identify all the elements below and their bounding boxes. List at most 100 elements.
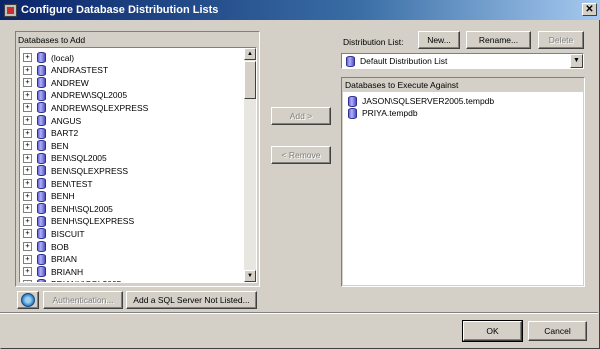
list-item-label: ANDREW\SQL2005 [51, 90, 128, 101]
scroll-down-button[interactable]: ▼ [244, 270, 256, 282]
add-button[interactable]: Add > [271, 107, 331, 125]
expand-icon[interactable]: + [23, 103, 32, 113]
refresh-button[interactable] [17, 291, 39, 309]
expand-icon[interactable]: + [23, 179, 32, 188]
list-item[interactable]: + BEN\TEST [23, 177, 93, 190]
list-item[interactable]: + ANDREW [23, 76, 89, 89]
list-item[interactable]: + BISCUIT [23, 227, 85, 240]
list-item[interactable]: + ANDREW\SQLEXPRESS [23, 101, 148, 114]
footer-separator [0, 312, 598, 314]
database-icon [37, 241, 46, 252]
list-item[interactable]: + BEN\SQL2005 [23, 152, 107, 165]
expand-icon[interactable]: + [23, 78, 32, 88]
databases-to-add-header: Databases to Add [18, 35, 86, 45]
title-bar: Configure Database Distribution Lists ✕ [0, 0, 600, 20]
list-item[interactable]: + BRIAN [23, 253, 77, 266]
list-item-label: BISCUIT [51, 228, 85, 239]
list-item[interactable]: + BRIANH\SQL2005 [23, 278, 121, 282]
database-icon [37, 152, 46, 164]
database-icon [37, 89, 46, 101]
expand-icon[interactable]: + [23, 128, 32, 138]
expand-icon[interactable]: + [23, 267, 32, 277]
list-item[interactable]: + BRIANH [23, 265, 83, 278]
database-icon [348, 95, 357, 107]
expand-icon[interactable]: + [23, 279, 32, 282]
database-icon [37, 64, 46, 76]
list-item-label: BART2 [51, 128, 79, 139]
expand-icon[interactable]: + [23, 153, 32, 163]
refresh-icon [21, 293, 35, 307]
expand-icon[interactable]: + [23, 229, 32, 239]
cancel-button[interactable]: Cancel [528, 321, 587, 341]
database-icon [37, 52, 46, 63]
database-icon [37, 266, 46, 278]
expand-icon[interactable]: + [23, 242, 32, 251]
list-item[interactable]: + (local) [23, 51, 74, 64]
expand-icon[interactable]: + [23, 166, 32, 176]
expand-icon[interactable]: + [23, 90, 32, 100]
list-item[interactable]: + BOB [23, 240, 69, 253]
expand-icon[interactable]: + [23, 191, 32, 201]
list-item-label: ANGUS [51, 115, 82, 126]
list-item[interactable]: + BEN [23, 139, 68, 152]
expand-icon[interactable]: + [23, 216, 32, 226]
distribution-list-value: Default Distribution List [360, 56, 448, 66]
databases-to-add-panel: Databases to Add ▲ ▼ + (local) + ANDRASTEST… [15, 31, 260, 287]
vertical-scrollbar[interactable]: ▲ ▼ [244, 48, 256, 282]
list-item[interactable]: + ANDRASTEST [23, 64, 108, 77]
database-icon [37, 178, 46, 189]
distribution-list-select[interactable]: Default Distribution List ▼ [341, 53, 584, 69]
expand-icon[interactable]: + [23, 53, 32, 62]
list-item-label: ANDREW [51, 77, 89, 88]
expand-icon[interactable]: + [23, 141, 32, 151]
scroll-thumb[interactable] [244, 61, 256, 99]
list-item-label: ANDRASTEST [51, 65, 109, 76]
list-item-label: BRIANH\SQL2005 [51, 279, 121, 282]
list-item[interactable]: + BART2 [23, 127, 78, 140]
list-item-label: BRIAN [51, 254, 77, 265]
database-icon [37, 77, 46, 89]
add-server-button[interactable]: Add a SQL Server Not Listed... [126, 291, 257, 309]
authentication-button[interactable]: Authentication... [43, 291, 123, 309]
list-item-label: BEN\SQLEXPRESS [51, 165, 129, 176]
expand-icon[interactable]: + [23, 204, 32, 214]
list-item[interactable]: JASON\SQLSERVER2005.tempdb [348, 95, 494, 107]
database-icon [37, 253, 46, 265]
database-icon [37, 165, 46, 177]
list-item[interactable]: PRIYA.tempdb [348, 107, 418, 119]
expand-icon[interactable]: + [23, 65, 32, 75]
databases-to-execute-header: Databases to Execute Against [345, 80, 459, 90]
database-icon [37, 228, 46, 240]
list-item[interactable]: + ANDREW\SQL2005 [23, 89, 127, 102]
databases-to-execute-list[interactable]: JASON\SQLSERVER2005.tempdb PRIYA.tempdb [343, 92, 583, 285]
databases-to-execute-panel: Databases to Execute Against JASON\SQLSE… [341, 77, 585, 287]
expand-icon[interactable]: + [23, 116, 32, 125]
scroll-up-button[interactable]: ▲ [244, 48, 256, 60]
ok-button[interactable]: OK [462, 320, 523, 342]
remove-button[interactable]: < Remove [271, 146, 331, 164]
delete-button[interactable]: Delete [538, 31, 584, 49]
list-item-label: BEN\TEST [51, 178, 93, 189]
databases-to-add-list[interactable]: ▲ ▼ + (local) + ANDRASTEST + ANDREW + ANDREW\SQ… [19, 47, 257, 283]
list-item[interactable]: + BENH [23, 190, 75, 203]
list-item-label: BENH [51, 191, 75, 202]
database-icon [37, 140, 46, 152]
list-item-label: JASON\SQLSERVER2005.tempdb [362, 96, 495, 106]
list-item[interactable]: + BEN\SQLEXPRESS [23, 164, 128, 177]
list-item-label: BOB [51, 241, 69, 252]
distribution-list-label: Distribution List: [343, 37, 404, 47]
close-button[interactable]: ✕ [582, 3, 597, 16]
database-icon [37, 215, 46, 227]
new-button[interactable]: New... [418, 31, 460, 49]
app-icon [4, 3, 17, 17]
rename-button[interactable]: Rename... [466, 31, 531, 49]
chevron-down-icon[interactable]: ▼ [570, 54, 583, 68]
list-item-label: BENH\SQLEXPRESS [51, 216, 135, 227]
expand-icon[interactable]: + [23, 254, 32, 264]
list-item[interactable]: + BENH\SQL2005 [23, 202, 113, 215]
list-item[interactable]: + ANGUS [23, 114, 81, 127]
database-icon [37, 278, 46, 282]
database-icon [37, 115, 46, 126]
list-item-label: (local) [51, 52, 75, 63]
list-item[interactable]: + BENH\SQLEXPRESS [23, 215, 134, 228]
